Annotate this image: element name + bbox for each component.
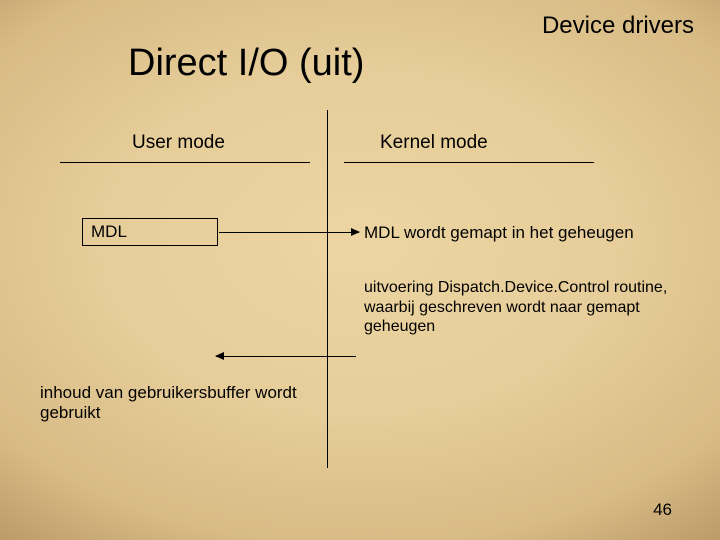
slide-title: Direct I/O (uit) bbox=[128, 42, 364, 85]
arrow-left-icon bbox=[216, 356, 356, 357]
kernel-mapped-text: MDL wordt gemapt in het geheugen bbox=[364, 223, 634, 243]
separator-user bbox=[60, 162, 310, 163]
column-label-user: User mode bbox=[132, 132, 225, 154]
vertical-divider bbox=[327, 110, 328, 468]
column-label-kernel: Kernel mode bbox=[380, 132, 488, 154]
header-title: Device drivers bbox=[542, 12, 694, 40]
arrow-right-icon bbox=[219, 232, 359, 233]
separator-kernel bbox=[344, 162, 594, 163]
user-buffer-text: inhoud van gebruikersbuffer wordt gebrui… bbox=[40, 383, 300, 424]
mdl-box: MDL bbox=[82, 218, 218, 246]
mdl-box-label: MDL bbox=[91, 222, 127, 242]
kernel-dispatch-text: uitvoering Dispatch.Device.Control routi… bbox=[364, 278, 684, 337]
page-number: 46 bbox=[653, 500, 672, 520]
